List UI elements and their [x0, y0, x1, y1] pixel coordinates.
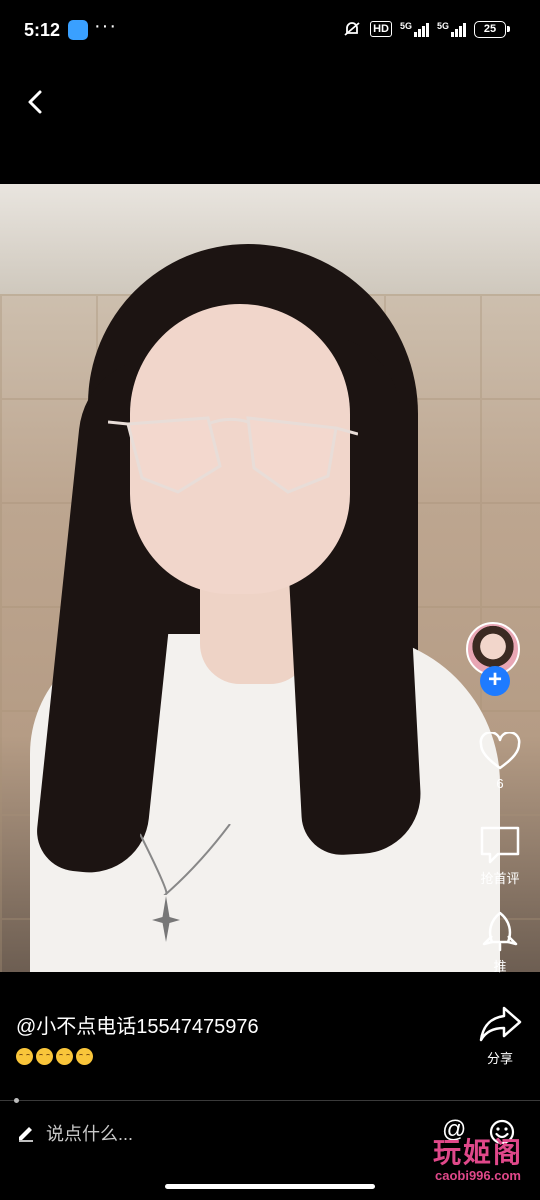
status-indicators: HD 5G 5G 25 — [342, 20, 510, 38]
pen-icon — [19, 1127, 33, 1142]
watermark-url: caobi996.com — [435, 1168, 521, 1183]
home-indicator[interactable] — [165, 1184, 375, 1189]
status-time: 5:12 — [24, 20, 61, 40]
network-type-label-2: 5G — [436, 21, 449, 31]
watermark-title: 玩姬阁 — [432, 1136, 523, 1169]
like-button[interactable]: 6 — [460, 732, 540, 791]
battery-icon: 25 — [474, 20, 510, 38]
comment-button[interactable]: 抢首评 — [460, 824, 540, 887]
comment-input[interactable] — [46, 1120, 346, 1148]
smile-emoji-icon — [76, 1048, 93, 1065]
more-notifications-icon: ··· — [94, 15, 117, 37]
progress-handle[interactable] — [14, 1098, 19, 1103]
share-icon — [479, 1006, 522, 1042]
progress-track[interactable] — [0, 1100, 540, 1101]
post-photo[interactable] — [0, 184, 540, 972]
watermark-logo: 玩姬阁 caobi996.com — [420, 1138, 536, 1194]
chevron-left-icon — [28, 90, 42, 114]
post-caption[interactable]: @小不点电话15547475976 — [16, 1010, 259, 1039]
heart-icon — [479, 732, 521, 770]
back-button[interactable] — [16, 82, 56, 122]
app-notification-icon — [68, 20, 88, 40]
share-label: 分享 — [486, 1051, 513, 1066]
smile-emoji-icon — [16, 1048, 33, 1065]
boost-label: 推 — [493, 959, 507, 974]
follow-button[interactable]: + — [480, 666, 510, 696]
signal-icon: 5G — [400, 21, 429, 37]
signal-icon-2: 5G — [437, 21, 466, 37]
rocket-icon — [482, 911, 518, 952]
share-button[interactable]: 分享 — [460, 1004, 540, 1067]
glasses-graphic — [108, 416, 358, 494]
mute-icon — [344, 22, 360, 36]
smile-emoji-icon — [56, 1048, 73, 1065]
hd-badge: HD — [370, 21, 392, 37]
smile-emoji-icon — [36, 1048, 53, 1065]
comment-icon — [480, 826, 520, 864]
necklace-graphic — [140, 824, 231, 942]
status-bar: 5:12 ··· HD 5G 5G 25 — [0, 0, 540, 62]
comment-label: 抢首评 — [480, 871, 520, 886]
network-type-label: 5G — [399, 21, 412, 31]
boost-button[interactable]: 推 — [460, 910, 540, 975]
like-count: 6 — [496, 776, 504, 791]
caption-emoji-row — [16, 1048, 93, 1065]
